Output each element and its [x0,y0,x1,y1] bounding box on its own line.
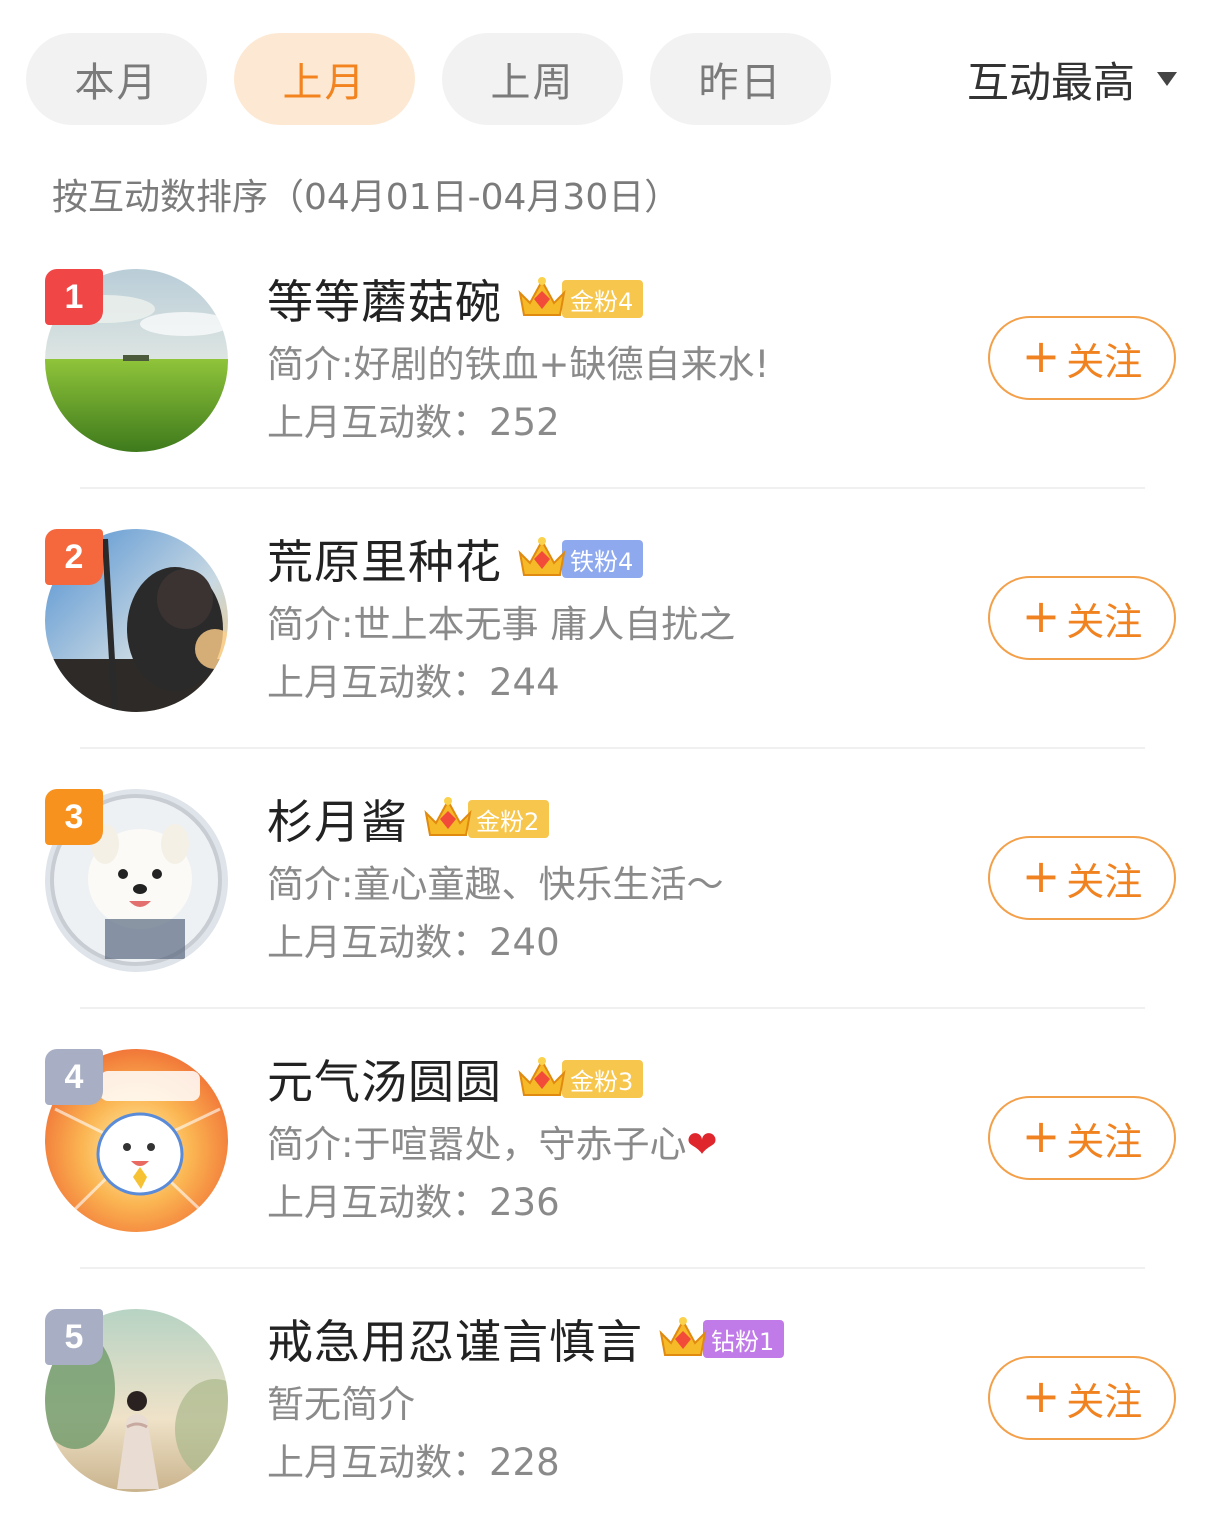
list-item[interactable]: 3 杉月酱 金粉2 简介:童心童趣、快乐生活～ 上月互动数：240 + 关注 [0,760,1223,1020]
follow-button[interactable]: + 关注 [988,1096,1176,1180]
fan-badge: 金粉3 [516,1057,644,1099]
list-item[interactable]: 2 荒原里种花 铁粉4 简介:世上本无事 庸人自扰之 上月互动数：244 + 关注 [0,500,1223,760]
caret-down-icon [1157,72,1177,86]
tab-last-month[interactable]: 上月 [234,33,415,125]
fan-level-label: 金粉4 [562,280,644,318]
interaction-count: 上月互动数：236 [267,1181,560,1224]
user-info: 戒急用忍谨言慎言 钻粉1 暂无简介 上月互动数：228 [267,1304,785,1492]
fan-level-label: 金粉2 [468,800,550,838]
sort-label: 互动最高 [966,57,1135,107]
fan-badge: 钻粉1 [657,1317,785,1359]
fan-level-label: 钻粉1 [703,1320,785,1358]
user-name[interactable]: 戒急用忍谨言慎言 [267,1306,643,1372]
avatar[interactable]: 1 [45,269,228,452]
interaction-count: 上月互动数：240 [267,921,560,964]
user-bio: 简介:童心童趣、快乐生活～ [267,863,724,906]
user-name[interactable]: 等等蘑菇碗 [267,266,502,332]
user-info: 杉月酱 金粉2 简介:童心童趣、快乐生活～ 上月互动数：240 [267,784,723,972]
user-info: 元气汤圆圆 金粉3 简介:于喧嚣处，守赤子心❤ 上月互动数：236 [267,1044,717,1232]
user-name[interactable]: 元气汤圆圆 [267,1046,502,1112]
interaction-count: 上月互动数：244 [267,661,560,704]
user-info: 等等蘑菇碗 金粉4 简介:好剧的铁血+缺德自来水! 上月互动数：252 [267,264,769,452]
rank-badge: 2 [45,529,103,585]
follow-button[interactable]: + 关注 [988,1356,1176,1440]
follow-button[interactable]: + 关注 [988,316,1176,400]
plus-icon: + [1021,589,1061,643]
fan-badge: 铁粉4 [516,537,644,579]
interaction-count: 上月互动数：252 [267,401,560,444]
ranking-list: 1 等等蘑菇碗 金粉4 简介:好剧的铁血+缺德自来水! 上月互动数：252 + 关… [0,240,1223,1540]
crown-icon [518,537,566,576]
user-name[interactable]: 杉月酱 [267,786,408,852]
follow-button[interactable]: + 关注 [988,576,1176,660]
sort-dropdown[interactable]: 互动最高 [967,52,1177,107]
crown-icon [518,1057,566,1096]
user-info: 荒原里种花 铁粉4 简介:世上本无事 庸人自扰之 上月互动数：244 [267,524,735,712]
user-bio: 暂无简介 [267,1383,415,1426]
follow-button[interactable]: + 关注 [988,836,1176,920]
plus-icon: + [1021,1369,1061,1423]
tab-this-month[interactable]: 本月 [26,33,207,125]
fan-level-label: 铁粉4 [562,540,644,578]
interaction-count: 上月互动数：228 [267,1441,560,1484]
avatar[interactable]: 3 [45,789,228,972]
period-tabs: 本月 上月 上周 昨日 [26,33,831,125]
avatar[interactable]: 4 [45,1049,228,1232]
plus-icon: + [1021,849,1061,903]
crown-icon [424,797,472,836]
list-item[interactable]: 1 等等蘑菇碗 金粉4 简介:好剧的铁血+缺德自来水! 上月互动数：252 + 关… [0,240,1223,500]
fan-badge: 金粉2 [422,797,550,839]
heart-icon: ❤ [686,1123,718,1166]
user-bio: 简介:世上本无事 庸人自扰之 [267,603,736,646]
fan-badge: 金粉4 [516,277,644,319]
plus-icon: + [1021,329,1061,383]
rank-badge: 5 [45,1309,103,1365]
tab-yesterday[interactable]: 昨日 [650,33,831,125]
rank-badge: 3 [45,789,103,845]
crown-icon [659,1317,707,1356]
fan-level-label: 金粉3 [562,1060,644,1098]
sort-description: 按互动数排序（04月01日-04月30日） [52,177,681,218]
user-bio: 简介:于喧嚣处，守赤子心❤ [267,1123,718,1166]
plus-icon: + [1021,1109,1061,1163]
tab-last-week[interactable]: 上周 [442,33,623,125]
user-name[interactable]: 荒原里种花 [267,526,502,592]
rank-badge: 4 [45,1049,103,1105]
rank-badge: 1 [45,269,103,325]
avatar[interactable]: 5 [45,1309,228,1492]
crown-icon [518,277,566,316]
list-item[interactable]: 5 戒急用忍谨言慎言 钻粉1 暂无简介 上月互动数：228 + 关注 [0,1280,1223,1540]
user-bio: 简介:好剧的铁血+缺德自来水! [267,343,770,386]
list-item[interactable]: 4 元气汤圆圆 金粉3 简介:于喧嚣处，守赤子心❤ 上月互动数：236 + 关注 [0,1020,1223,1280]
avatar[interactable]: 2 [45,529,228,712]
